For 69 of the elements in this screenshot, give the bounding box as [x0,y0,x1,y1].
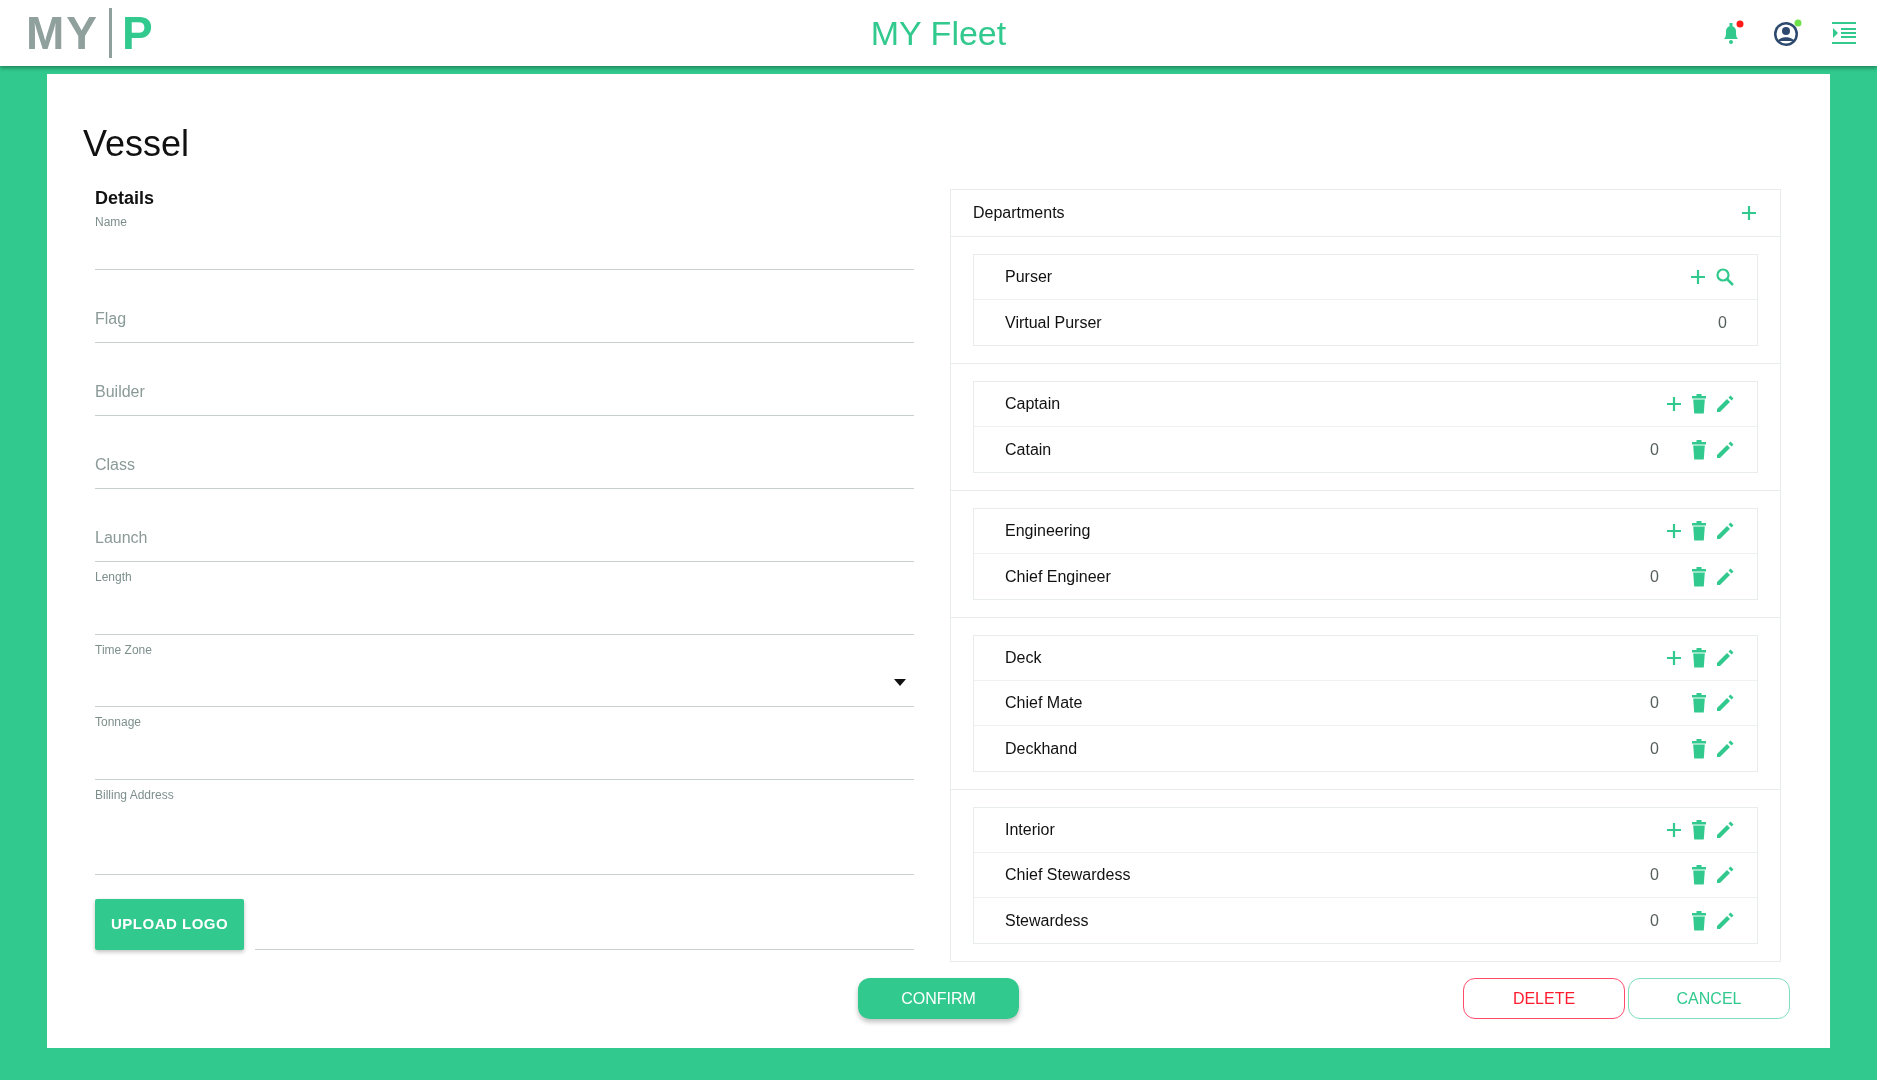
pencil-icon[interactable] [1715,394,1735,415]
input-field[interactable]: Builder [95,369,914,417]
field-label: Tonnage [95,714,142,732]
department-name: Captain [1005,394,1061,415]
input-field[interactable]: Launch [95,515,914,563]
confirm-button[interactable]: CONFIRM [858,978,1019,1020]
role-count: 0 [1650,693,1659,714]
delete-button[interactable]: DELETE [1463,978,1625,1020]
pencil-icon[interactable] [1715,820,1735,841]
add-icon[interactable] [1665,821,1683,840]
add-icon[interactable] [1665,522,1683,541]
pencil-icon[interactable] [1715,910,1735,931]
app-title: MY Fleet [870,13,1007,52]
caret-icon [894,679,906,687]
add-icon[interactable] [1665,649,1683,668]
add-icon[interactable] [1689,268,1707,287]
field-label: Billing Address [95,787,174,805]
role-name: Deckhand [1005,738,1078,759]
user-avatar-icon[interactable] [1773,19,1803,47]
role-name: Chief Engineer [1005,566,1111,587]
pencil-icon[interactable] [1715,693,1735,714]
add-icon[interactable] [1740,204,1758,223]
role-count: 0 [1718,312,1727,333]
role-count: 0 [1650,910,1659,931]
add-icon[interactable] [1665,395,1683,414]
trash-icon[interactable] [1691,394,1707,415]
input-field[interactable]: Flag [95,296,914,344]
trash-icon[interactable] [1691,738,1707,759]
pencil-icon[interactable] [1715,865,1735,886]
trash-icon[interactable] [1691,439,1707,460]
role-name: Virtual Purser [1005,312,1102,333]
role-count: 0 [1650,439,1659,460]
role-name: Chief Mate [1005,693,1083,714]
pencil-icon[interactable] [1715,521,1735,542]
department-name: Engineering [1005,521,1091,542]
pencil-icon[interactable] [1715,566,1735,587]
trash-icon[interactable] [1691,648,1707,669]
trash-icon[interactable] [1691,521,1707,542]
field-label: Name [95,214,127,232]
trash-icon[interactable] [1691,566,1707,587]
role-name: Stewardess [1005,910,1089,931]
upload-logo-button[interactable]: UPLOAD LOGO [95,899,245,950]
role-name: Chief Stewardess [1005,865,1131,886]
role-name: Catain [1005,439,1052,460]
trash-icon[interactable] [1691,693,1707,714]
logo-text[interactable]: P [122,10,153,56]
search-icon[interactable] [1715,267,1735,288]
role-count: 0 [1650,738,1659,759]
pencil-icon[interactable] [1715,738,1735,759]
department-name: Interior [1005,820,1055,841]
role-count: 0 [1650,566,1659,587]
logo-divider [109,8,112,58]
field-label: Length [95,569,132,587]
pencil-icon[interactable] [1715,648,1735,669]
department-name: Purser [1005,267,1053,288]
cancel-button[interactable]: CANCEL [1628,978,1790,1020]
input-field[interactable]: Class [95,442,914,490]
section-heading: Details [95,189,156,208]
panel-title: Departments [973,203,1065,224]
trash-icon[interactable] [1691,910,1707,931]
field-label: Time Zone [95,642,152,660]
menu-icon[interactable] [1831,20,1857,46]
page-title: Vessel [83,122,191,166]
department-name: Deck [1005,648,1042,669]
logo-text[interactable]: MY [26,10,99,56]
trash-icon[interactable] [1691,820,1707,841]
pencil-icon[interactable] [1715,439,1735,460]
role-count: 0 [1650,865,1659,886]
trash-icon[interactable] [1691,865,1707,886]
